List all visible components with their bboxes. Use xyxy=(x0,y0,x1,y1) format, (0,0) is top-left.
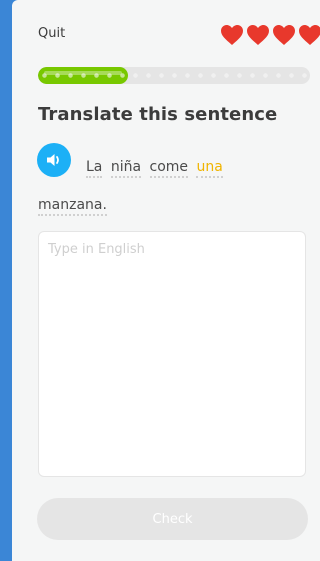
sentence-word[interactable]: La xyxy=(86,159,103,178)
prompt-title: Translate this sentence xyxy=(38,104,278,125)
top-bar: Quit xyxy=(36,24,320,46)
sentence-word-new[interactable]: una xyxy=(196,159,223,178)
quit-button[interactable]: Quit xyxy=(38,26,65,41)
answer-input[interactable] xyxy=(38,231,306,477)
check-button[interactable]: Check xyxy=(37,498,308,540)
sentence-line-1: La niña come una xyxy=(38,148,308,186)
heart-icon xyxy=(247,25,269,45)
sentence-word[interactable]: niña xyxy=(110,159,142,178)
hearts-row xyxy=(220,24,320,46)
source-sentence: La niña come una manzana. xyxy=(38,148,308,224)
sentence-word[interactable]: come xyxy=(149,159,189,178)
heart-icon xyxy=(221,25,243,45)
heart-icon xyxy=(299,25,320,45)
progress-fill xyxy=(38,67,128,84)
heart-icon xyxy=(273,25,295,45)
lesson-progress-bar xyxy=(38,67,310,84)
sentence-word[interactable]: manzana. xyxy=(38,197,107,216)
sentence-line-2: manzana. xyxy=(38,197,111,216)
